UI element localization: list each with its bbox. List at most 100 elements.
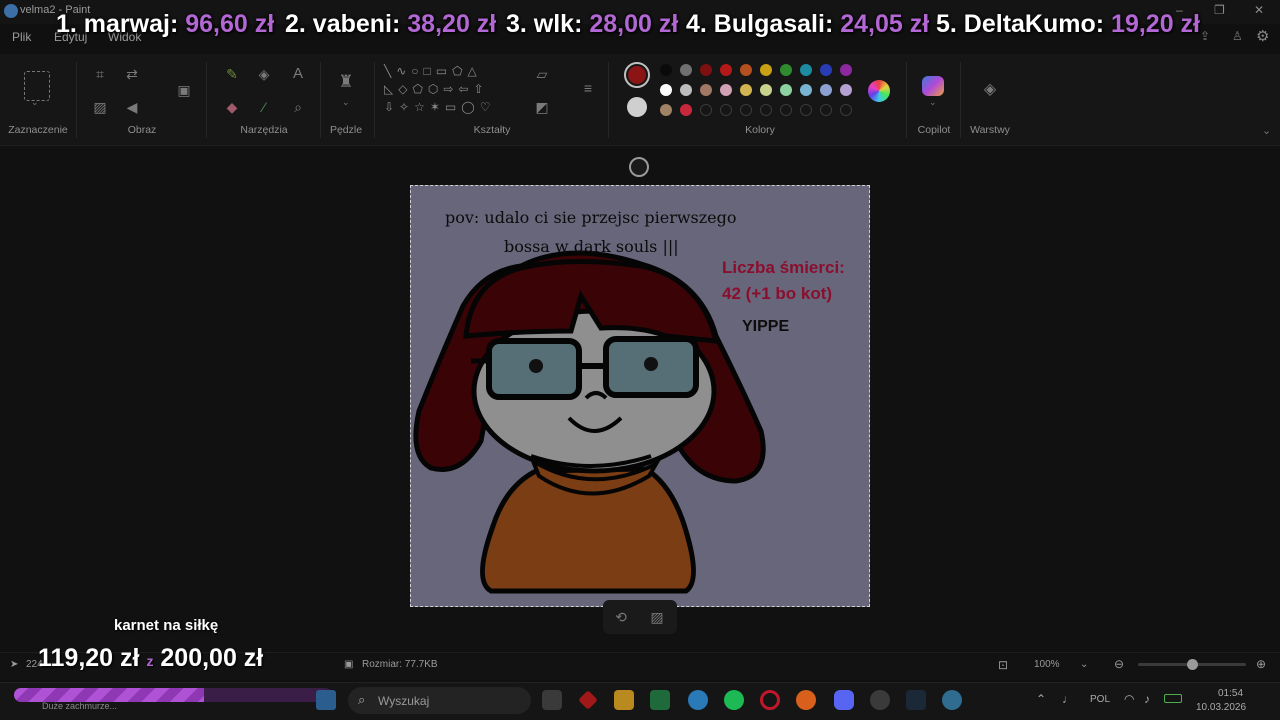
goal-separator: z (146, 653, 154, 669)
fit-to-window-icon[interactable]: ⊡ (998, 658, 1008, 672)
language-indicator[interactable]: POL (1090, 694, 1110, 705)
opera-gx-icon[interactable] (760, 690, 780, 710)
palette-color-swatch[interactable] (680, 64, 692, 76)
palette-color-swatch[interactable] (720, 84, 732, 96)
battery-icon[interactable] (1164, 694, 1182, 703)
clock-time[interactable]: 01:54 (1218, 688, 1243, 699)
volume-icon[interactable]: ♪ (1144, 692, 1150, 706)
account-icon[interactable]: ♙ (1232, 29, 1243, 43)
chevron-down-icon[interactable]: ⌄ (1262, 124, 1271, 137)
layers-icon[interactable]: ◈ (980, 80, 1000, 100)
palette-empty-slot[interactable] (720, 104, 732, 116)
task-view-icon[interactable] (542, 690, 562, 710)
discord-icon[interactable] (834, 690, 854, 710)
donation-amount: 28,00 zł (589, 10, 679, 38)
primary-color-button[interactable] (624, 62, 650, 88)
image-select-icon[interactable]: ▣ (172, 80, 196, 100)
palette-color-swatch[interactable] (660, 84, 672, 96)
taskbar-search[interactable]: ⌕ Wyszukaj (348, 687, 531, 714)
palette-empty-slot[interactable] (800, 104, 812, 116)
obs-icon[interactable] (870, 690, 890, 710)
chevron-down-icon[interactable]: ⌄ (1080, 659, 1088, 670)
remove-background-icon[interactable]: ▨ (647, 607, 667, 627)
palette-color-swatch[interactable] (820, 64, 832, 76)
palette-empty-slot[interactable] (700, 104, 712, 116)
drawing-canvas[interactable]: pov: udalo ci sie przejsc pierwszego bos… (410, 185, 870, 607)
chevron-down-icon[interactable]: ⌄ (31, 97, 39, 108)
palette-color-swatch[interactable] (740, 64, 752, 76)
steam-icon[interactable] (906, 690, 926, 710)
secondary-color-swatch[interactable] (627, 97, 647, 117)
chevron-down-icon[interactable]: ⌄ (929, 97, 937, 108)
paint-taskbar-icon[interactable] (942, 690, 962, 710)
palette-color-swatch[interactable] (800, 64, 812, 76)
zoom-in-icon[interactable]: ⊕ (1256, 657, 1266, 671)
magnifier-icon[interactable]: ⌕ (288, 97, 308, 117)
restore-icon[interactable]: ❐ (1214, 3, 1225, 17)
chevron-up-icon[interactable]: ⌃ (1036, 692, 1046, 706)
rotate-selection-icon[interactable]: ⟲ (611, 607, 631, 627)
close-icon[interactable]: ✕ (1254, 3, 1264, 17)
palette-color-swatch[interactable] (760, 84, 772, 96)
palette-empty-slot[interactable] (740, 104, 752, 116)
share-icon[interactable]: ⇪ (1200, 29, 1210, 43)
palette-color-swatch[interactable] (680, 84, 692, 96)
palette-color-swatch[interactable] (780, 84, 792, 96)
palette-empty-slot[interactable] (840, 104, 852, 116)
palette-color-swatch[interactable] (660, 104, 672, 116)
rotate-handle-icon[interactable] (629, 157, 649, 177)
microphone-icon[interactable]: ♩ (1062, 692, 1074, 706)
edit-colors-icon[interactable] (868, 80, 890, 102)
spreadsheet-icon[interactable] (650, 690, 670, 710)
remove-background-icon[interactable]: ▨ (90, 97, 110, 117)
zoom-slider-thumb[interactable] (1187, 659, 1198, 670)
spotify-icon[interactable] (724, 690, 744, 710)
palette-color-swatch[interactable] (700, 64, 712, 76)
windows-start-icon[interactable] (316, 690, 336, 710)
palette-color-swatch[interactable] (800, 84, 812, 96)
eraser-icon[interactable]: ◆ (222, 97, 242, 117)
copilot-icon[interactable] (922, 76, 944, 96)
settings-gear-icon[interactable]: ⚙ (1256, 27, 1269, 45)
palette-color-swatch[interactable] (660, 64, 672, 76)
color-palette[interactable] (660, 64, 860, 118)
file-explorer-icon[interactable] (614, 690, 634, 710)
zoom-slider[interactable] (1138, 659, 1246, 670)
pencil-icon[interactable]: ✎ (222, 64, 242, 84)
palette-color-swatch[interactable] (840, 64, 852, 76)
text-tool-icon[interactable]: A (288, 64, 308, 84)
palette-empty-slot[interactable] (760, 104, 772, 116)
shape-fill-icon[interactable]: ◩ (532, 97, 552, 117)
chevron-down-icon[interactable]: ⌄ (342, 97, 350, 108)
palette-color-swatch[interactable] (740, 84, 752, 96)
palette-color-swatch[interactable] (760, 64, 772, 76)
palette-color-swatch[interactable] (780, 64, 792, 76)
shapes-gallery[interactable]: ╲∿○□▭⬠△ ◺◇⬠⬡⇨⇦⇧ ⇩✧☆✶▭◯♡ (384, 62, 512, 116)
palette-empty-slot[interactable] (820, 104, 832, 116)
clock-date[interactable]: 10.03.2026 (1196, 702, 1246, 713)
weather-text[interactable]: Duże zachmurze... (42, 701, 117, 711)
crop-icon[interactable]: ⌗ (90, 64, 110, 84)
shape-outline-icon[interactable]: ▱ (532, 64, 552, 84)
resize-icon[interactable]: ⇄ (122, 64, 142, 84)
menu-file[interactable]: Plik (12, 30, 31, 44)
donation-amount: 24,05 zł (840, 10, 930, 38)
palette-color-swatch[interactable] (680, 104, 692, 116)
ribbon-divider (608, 62, 609, 138)
edge-browser-icon[interactable] (688, 690, 708, 710)
fill-bucket-icon[interactable]: ◈ (254, 64, 274, 84)
rotate-icon[interactable]: ◀ (122, 97, 142, 117)
zoom-value[interactable]: 100% (1034, 659, 1060, 670)
zoom-out-icon[interactable]: ⊖ (1114, 657, 1124, 671)
brush-icon[interactable]: ♜ (336, 72, 356, 92)
selection-floating-toolbar: ⟲ ▨ (603, 600, 677, 634)
color-picker-icon[interactable]: ⁄ (254, 97, 274, 117)
palette-empty-slot[interactable] (780, 104, 792, 116)
palette-color-swatch[interactable] (700, 84, 712, 96)
firefox-icon[interactable] (796, 690, 816, 710)
palette-color-swatch[interactable] (820, 84, 832, 96)
shape-style-icon[interactable]: ≡ (578, 78, 598, 98)
palette-color-swatch[interactable] (840, 84, 852, 96)
palette-color-swatch[interactable] (720, 64, 732, 76)
wifi-icon[interactable]: ◠ (1124, 692, 1134, 706)
